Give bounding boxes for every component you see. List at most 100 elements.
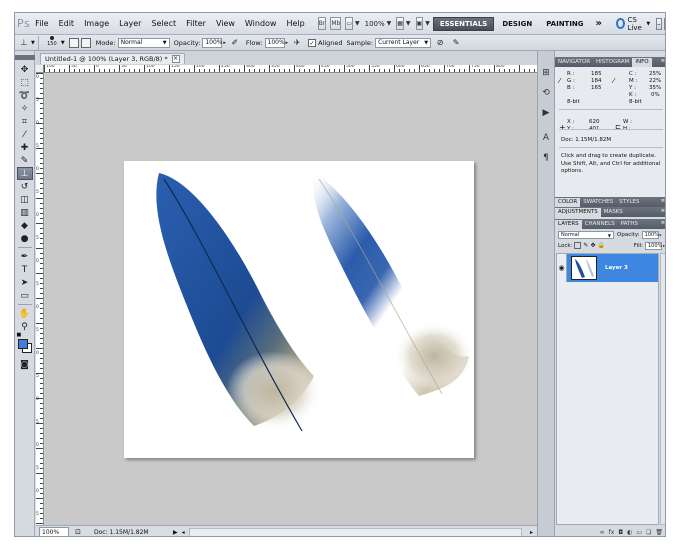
tab-paths[interactable]: PATHS (618, 220, 641, 229)
fill-field[interactable]: 100% (644, 241, 662, 250)
arrange-documents-icon[interactable]: ▦ (396, 17, 404, 30)
document-canvas[interactable] (124, 161, 474, 458)
path-select-tool-icon[interactable]: ➤ (17, 276, 33, 289)
link-layers-icon[interactable]: ∞ (600, 529, 605, 536)
new-layer-icon[interactable]: ❏ (646, 529, 651, 536)
type-tool-icon[interactable]: T (17, 263, 33, 276)
opacity-field[interactable]: 100% (202, 37, 223, 48)
tab-swatches[interactable]: SWATCHES (580, 198, 616, 207)
panel-menu-icon[interactable]: ≡ (661, 198, 665, 204)
status-icon[interactable]: ⊡ (72, 527, 84, 536)
menu-file[interactable]: File (30, 19, 53, 28)
workspace-essentials[interactable]: ESSENTIALS (432, 16, 495, 31)
lock-pixels-icon[interactable]: ✎ (583, 242, 588, 249)
quick-mask-icon[interactable]: ◙ (17, 358, 33, 371)
color-swatches[interactable]: ■ (17, 332, 33, 354)
pressure-size-icon[interactable]: ✎ (449, 37, 463, 49)
default-colors-icon[interactable]: ■ (17, 332, 22, 338)
flow-field[interactable]: 100% (264, 37, 285, 48)
bridge-button[interactable]: Br (317, 17, 327, 30)
crop-tool-icon[interactable]: ⌗ (17, 115, 33, 128)
slider-toggle-icon[interactable]: ▸ (286, 40, 289, 46)
pressure-opacity-icon[interactable]: ✐ (228, 37, 242, 49)
marquee-tool-icon[interactable]: ⬚ (17, 76, 33, 89)
history-panel-icon[interactable]: ⟲ (539, 86, 553, 100)
chevron-down-icon[interactable]: ▼ (31, 40, 35, 46)
menu-help[interactable]: Help (281, 19, 309, 28)
clone-source-icon[interactable] (80, 37, 91, 48)
actions-panel-icon[interactable]: ▶ (539, 106, 553, 120)
tab-adjustments[interactable]: ADJUSTMENTS (555, 208, 601, 217)
foreground-color-swatch[interactable] (17, 339, 28, 349)
tab-layers[interactable]: LAYERS (555, 220, 582, 229)
layers-scrollbar[interactable] (660, 253, 665, 525)
lock-position-icon[interactable]: ✥ (590, 242, 595, 249)
minimize-button[interactable]: – (656, 17, 662, 30)
move-tool-icon[interactable]: ✥ (17, 63, 33, 76)
menu-filter[interactable]: Filter (181, 19, 211, 28)
document-tab[interactable]: Untitled-1 @ 100% (Layer 3, RGB/8) * × (40, 53, 185, 64)
history-brush-tool-icon[interactable]: ↺ (17, 180, 33, 193)
clone-stamp-tool-icon[interactable]: ⊥ (17, 37, 31, 49)
pen-tool-icon[interactable]: ✒ (17, 250, 33, 263)
workspace-painting[interactable]: PAINTING (540, 17, 589, 31)
menu-select[interactable]: Select (146, 19, 181, 28)
sample-select[interactable]: Current Layer ▼ (375, 37, 432, 48)
screen-mode-icon[interactable]: ▣ (415, 17, 424, 30)
tab-info[interactable]: INFO (632, 58, 652, 67)
airbrush-icon[interactable]: ✈ (290, 37, 304, 49)
zoom-level-menu[interactable]: 100% (365, 20, 385, 28)
dodge-tool-icon[interactable]: ● (17, 232, 33, 245)
menu-layer[interactable]: Layer (114, 19, 146, 28)
lasso-tool-icon[interactable]: ➰ (17, 89, 33, 102)
mode-select[interactable]: Normal ▼ (117, 37, 170, 48)
panel-menu-icon[interactable]: ≡ (661, 208, 665, 214)
lock-transparency-icon[interactable] (574, 242, 582, 249)
tools-collapse-bar[interactable] (15, 55, 35, 60)
tab-masks[interactable]: MASKS (601, 208, 626, 217)
tab-channels[interactable]: CHANNELS (582, 220, 618, 229)
view-extras-icon[interactable]: ▭ (345, 17, 353, 30)
lock-all-icon[interactable]: 🔒 (597, 242, 604, 249)
layer-style-icon[interactable]: fx (609, 529, 615, 536)
gradient-tool-icon[interactable]: ▥ (17, 206, 33, 219)
horizontal-scrollbar[interactable] (188, 527, 522, 536)
slider-toggle-icon[interactable]: ▸ (223, 40, 226, 46)
tab-navigator[interactable]: NAVIGATOR (555, 58, 593, 67)
status-menu-arrow-icon[interactable]: ▶ (173, 529, 178, 536)
character-panel-icon[interactable]: A (539, 131, 553, 145)
chevron-down-icon[interactable]: ▼ (425, 20, 430, 27)
add-mask-icon[interactable]: ◘ (618, 529, 623, 536)
tab-histogram[interactable]: HISTOGRAM (593, 58, 632, 67)
ignore-adjustment-layers-icon[interactable]: ⊘ (433, 37, 447, 49)
paragraph-panel-icon[interactable]: ¶ (539, 151, 553, 165)
restore-button[interactable]: ❐ (663, 17, 665, 30)
vertical-ruler[interactable]: 0 5 0 5 0 5 0 5 0 5 0 5 0 5 0 5 0 5 0 5 (36, 73, 44, 525)
layer-opacity-field[interactable]: 100% (641, 230, 659, 239)
chevron-down-icon[interactable]: ▼ (387, 20, 392, 27)
shape-tool-icon[interactable]: ▭ (17, 289, 33, 302)
blend-mode-select[interactable]: Normal ▼ (558, 230, 614, 239)
layer-list[interactable]: ◉ Layer 3 (556, 253, 659, 525)
scroll-right-icon[interactable]: ▸ (530, 529, 533, 536)
zoom-field[interactable]: 100% (39, 527, 69, 536)
workspace-design[interactable]: DESIGN (496, 17, 538, 31)
quick-select-tool-icon[interactable]: ✧ (17, 102, 33, 115)
layer-row[interactable]: ◉ Layer 3 (557, 254, 658, 282)
healing-brush-tool-icon[interactable]: ✚ (17, 141, 33, 154)
new-group-icon[interactable]: ▭ (636, 529, 642, 536)
chevron-down-icon[interactable]: ▼ (406, 20, 411, 27)
menu-view[interactable]: View (211, 19, 240, 28)
horizontal-ruler[interactable]: 100 50 0 50 100 150 200 250 300 350 400 450 500 550 60… (44, 65, 537, 73)
cs-live-menu[interactable]: CS Live ▼ (616, 16, 650, 32)
close-icon[interactable]: × (171, 55, 180, 63)
brush-tool-icon[interactable]: ✎ (17, 154, 33, 167)
more-workspaces-button[interactable]: » (596, 18, 602, 29)
brush-preset-picker[interactable]: 150 (45, 35, 59, 50)
menu-image[interactable]: Image (79, 19, 114, 28)
chevron-down-icon[interactable]: ▼ (61, 40, 65, 46)
panel-menu-icon[interactable]: ≡ (661, 58, 665, 64)
tab-color[interactable]: COLOR (555, 198, 581, 207)
navigator-panel-icon[interactable]: ⊞ (539, 66, 553, 80)
scroll-left-icon[interactable]: ◂ (182, 529, 185, 536)
